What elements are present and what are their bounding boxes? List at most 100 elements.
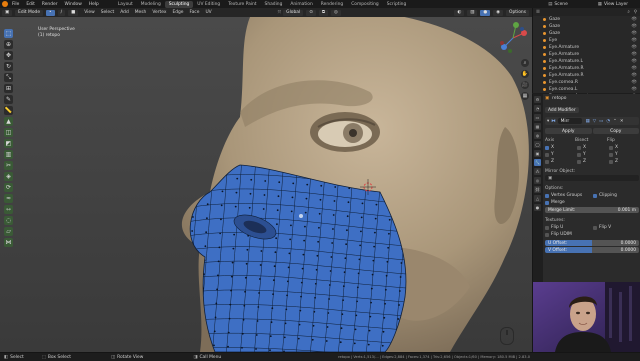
visibility-toggle-icon[interactable]: 👁 [631,38,637,43]
loop-cut-tool-icon[interactable]: ▥ [4,150,13,159]
shading-solid-icon[interactable]: ● [480,10,490,16]
vertex-groups-checkbox[interactable] [545,194,549,198]
rip-tool-icon[interactable]: ⋈ [4,238,13,247]
visibility-toggle-icon[interactable]: 👁 [631,59,637,64]
shear-tool-icon[interactable]: ▱ [4,227,13,236]
add-modifier-button[interactable]: Add Modifier [545,107,579,113]
outliner-item[interactable]: Gaze👁 [533,30,640,37]
extrude-tool-icon[interactable]: ▲ [4,117,13,126]
mode-selector[interactable]: Edit Mode [15,10,43,16]
viewport-options-button[interactable]: Options [506,10,529,16]
visibility-toggle-icon[interactable]: 👁 [631,45,637,50]
flip-checkbox[interactable] [609,160,613,164]
flip-checkbox[interactable] [609,146,613,150]
menu-add[interactable]: Add [120,10,129,15]
scene-tab-icon[interactable]: ◍ [534,132,541,139]
visibility-toggle-icon[interactable]: 👁 [631,73,637,78]
render-tab-icon[interactable]: ◔ [534,105,541,112]
overlays-icon[interactable]: ◐ [454,10,464,16]
tab-shading[interactable]: Shading [261,1,287,8]
visibility-toggle-icon[interactable]: 👁 [631,52,637,57]
tool-tab-icon[interactable]: ⚙ [534,96,541,103]
perspective-toggle-icon[interactable]: ▦ [521,92,529,100]
particles-tab-icon[interactable]: ⁂ [534,168,541,175]
bisect-checkbox[interactable] [577,146,581,150]
world-tab-icon[interactable]: ◯ [534,141,541,148]
object-tab-icon[interactable]: ▣ [534,150,541,157]
tab-sculpting[interactable]: Sculpting [165,1,194,8]
select-mode-face-icon[interactable]: ■ [68,10,78,16]
knife-tool-icon[interactable]: ✂ [4,161,13,170]
menu-vertex[interactable]: Vertex [152,10,166,15]
menu-uv[interactable]: UV [205,10,211,15]
xray-icon[interactable]: ▧ [467,10,477,16]
outliner-item[interactable]: Eye.cornea.L👁 [533,86,640,93]
outliner-item[interactable]: Gaze👁 [533,23,640,30]
outliner-search-icon[interactable]: ⌕ [627,9,629,15]
u-offset-field[interactable]: U Offset: 0.0000 [545,240,639,246]
eyedropper-icon[interactable]: ▣ [548,176,552,181]
material-tab-icon[interactable]: ● [534,204,541,211]
select-tool-icon[interactable]: ⬚ [4,29,13,38]
outliner-item[interactable]: Eye.Armature👁 [533,51,640,58]
scale-tool-icon[interactable]: ⤡ [4,73,13,82]
measure-tool-icon[interactable]: 📏 [4,106,13,115]
modifier-name-field[interactable]: Mirr [558,118,582,124]
blender-logo-icon[interactable] [2,1,8,7]
pivot-icon[interactable]: ⊙ [306,10,316,16]
navigation-gizmo[interactable] [496,21,530,55]
viewport-toggle-icon[interactable]: ▭ [599,119,603,124]
expand-arrow-icon[interactable]: ▾ [547,119,549,124]
zoom-icon[interactable]: ⌕ [521,59,529,67]
poly-build-tool-icon[interactable]: ◈ [4,172,13,181]
outliner-item[interactable]: Eye.cornea.R👁 [533,79,640,86]
shading-material-icon[interactable]: ◉ [493,10,503,16]
camera-view-icon[interactable]: 🎥 [521,81,529,89]
tab-rendering[interactable]: Rendering [317,1,347,8]
outliner-item[interactable]: Eye.Armature.R👁 [533,72,640,79]
outliner-item[interactable]: Eye👁 [533,37,640,44]
axis-checkbox[interactable] [545,153,549,157]
tab-compositing[interactable]: Compositing [347,1,383,8]
tab-scripting[interactable]: Scripting [383,1,411,8]
view-layer-selector[interactable]: View Layer [604,2,628,7]
mirror-object-field[interactable]: ▣ [545,175,639,181]
tab-animation[interactable]: Animation [286,1,316,8]
menu-mesh[interactable]: Mesh [135,10,147,15]
proportional-edit-icon[interactable]: ◎ [331,10,341,16]
menu-help[interactable]: Help [89,2,99,7]
menu-file[interactable]: File [12,2,19,7]
v-offset-field[interactable]: V Offset: 0.0000 [545,247,639,253]
transform-tool-icon[interactable]: ⊞ [4,84,13,93]
menu-select[interactable]: Select [101,10,115,15]
visibility-toggle-icon[interactable]: 👁 [631,80,637,85]
annotate-tool-icon[interactable]: ✎ [4,95,13,104]
modifier-tab-icon[interactable]: 🔧 [534,159,541,166]
clipping-checkbox[interactable] [593,194,597,198]
shrink-fatten-tool-icon[interactable]: ◌ [4,216,13,225]
axis-checkbox[interactable] [545,160,549,164]
pan-icon[interactable]: ✋ [521,70,529,78]
rotate-tool-icon[interactable]: ↻ [4,62,13,71]
tab-texture-paint[interactable]: Texture Paint [224,1,260,8]
outliner-type-icon[interactable]: ☰ [536,10,540,15]
select-mode-edge-icon[interactable]: / [58,10,65,16]
visibility-toggle-icon[interactable]: 👁 [631,31,637,36]
inset-tool-icon[interactable]: ◫ [4,128,13,137]
outliner-item[interactable]: Gaze👁 [533,16,640,23]
outliner-item[interactable]: Eye.Armature.R👁 [533,65,640,72]
flip-checkbox[interactable] [609,153,613,157]
remove-modifier-icon[interactable]: ✕ [620,119,624,124]
select-mode-vertex-icon[interactable]: • [46,10,55,16]
visibility-toggle-icon[interactable]: 👁 [631,17,637,22]
outliner-item[interactable]: Eye.Armature👁 [533,44,640,51]
merge-limit-field[interactable]: Merge Limit: 0.001 m [545,207,639,213]
edge-slide-tool-icon[interactable]: ⇿ [4,205,13,214]
view-layer-tab-icon[interactable]: ▦ [534,123,541,130]
visibility-toggle-icon[interactable]: 👁 [631,87,637,92]
editmode-toggle-icon[interactable]: ▦ [586,119,590,124]
outliner-item[interactable]: Eye.Armature.L👁 [533,58,640,65]
cage-toggle-icon[interactable]: ▽ [593,119,596,124]
flip-udim-checkbox[interactable] [545,233,549,237]
menu-window[interactable]: Window [65,2,82,7]
